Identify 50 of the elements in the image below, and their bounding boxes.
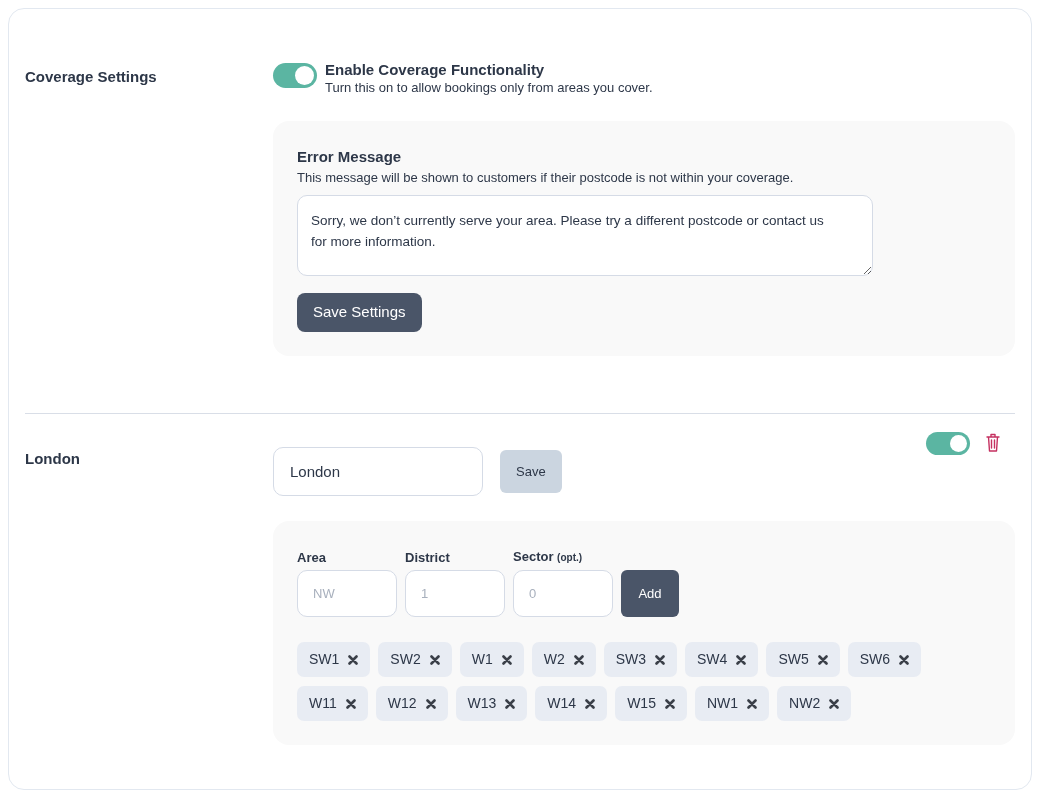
tag-label: SW5 <box>778 650 809 669</box>
field-hint: This message will be shown to customers if their postcode is not within your coverage. <box>297 169 795 187</box>
field-label: Area <box>297 549 327 567</box>
tag-label: W15 <box>627 694 656 713</box>
close-icon[interactable] <box>829 698 840 709</box>
field-label: Error Message <box>297 147 403 167</box>
close-icon[interactable] <box>425 698 436 709</box>
close-icon[interactable] <box>817 654 828 665</box>
close-icon[interactable] <box>345 698 356 709</box>
trash-icon[interactable] <box>986 433 1000 452</box>
tag-label: SW4 <box>697 650 728 669</box>
region-name-field[interactable]: London <box>273 447 483 496</box>
save-settings-button[interactable]: Save Settings <box>297 293 422 332</box>
tag-label: SW3 <box>615 650 647 669</box>
tag-label: SW1 <box>309 650 340 669</box>
close-icon[interactable] <box>585 698 596 709</box>
close-icon[interactable] <box>429 654 440 665</box>
save-button[interactable]: Save <box>500 450 562 493</box>
message-field[interactable]: Sorry, we don’t currently serve your area. Please try a different postcode or contact us for more information. <box>297 195 873 276</box>
tag-label: NW2 <box>789 694 821 713</box>
close-icon[interactable] <box>573 654 584 665</box>
tag-label: W14 <box>547 694 577 713</box>
field-label: District <box>405 549 451 567</box>
toggle-switch[interactable] <box>273 63 317 88</box>
field-label: Sector (opt.) <box>513 548 584 566</box>
toggle-description: Turn this on to allow bookings only from areas you cover. <box>325 79 653 96</box>
tag-label: W1 <box>471 650 493 669</box>
close-icon[interactable] <box>505 698 516 709</box>
input-field[interactable]: 0 <box>513 570 613 617</box>
tag-label: W12 <box>387 694 417 713</box>
tag-label: SW6 <box>859 650 891 669</box>
input-field[interactable]: 1 <box>405 570 505 617</box>
tag-label: W2 <box>543 650 565 669</box>
close-icon[interactable] <box>736 654 747 665</box>
toggle-switch[interactable] <box>926 432 970 455</box>
tag-label: W11 <box>309 694 337 713</box>
close-icon[interactable] <box>655 654 666 665</box>
input-field[interactable]: NW <box>297 570 397 617</box>
tag-label: NW1 <box>706 694 739 713</box>
section-title: Coverage Settings <box>25 67 158 87</box>
add-button[interactable]: Add <box>621 570 679 617</box>
close-icon[interactable] <box>664 698 675 709</box>
close-icon[interactable] <box>899 654 910 665</box>
tag-label: SW2 <box>390 650 421 669</box>
close-icon[interactable] <box>747 698 758 709</box>
section-title: London <box>25 449 81 469</box>
toggle-title: Enable Coverage Functionality <box>325 61 546 79</box>
tag-label: W13 <box>467 694 497 713</box>
close-icon[interactable] <box>348 654 359 665</box>
close-icon[interactable] <box>501 654 512 665</box>
